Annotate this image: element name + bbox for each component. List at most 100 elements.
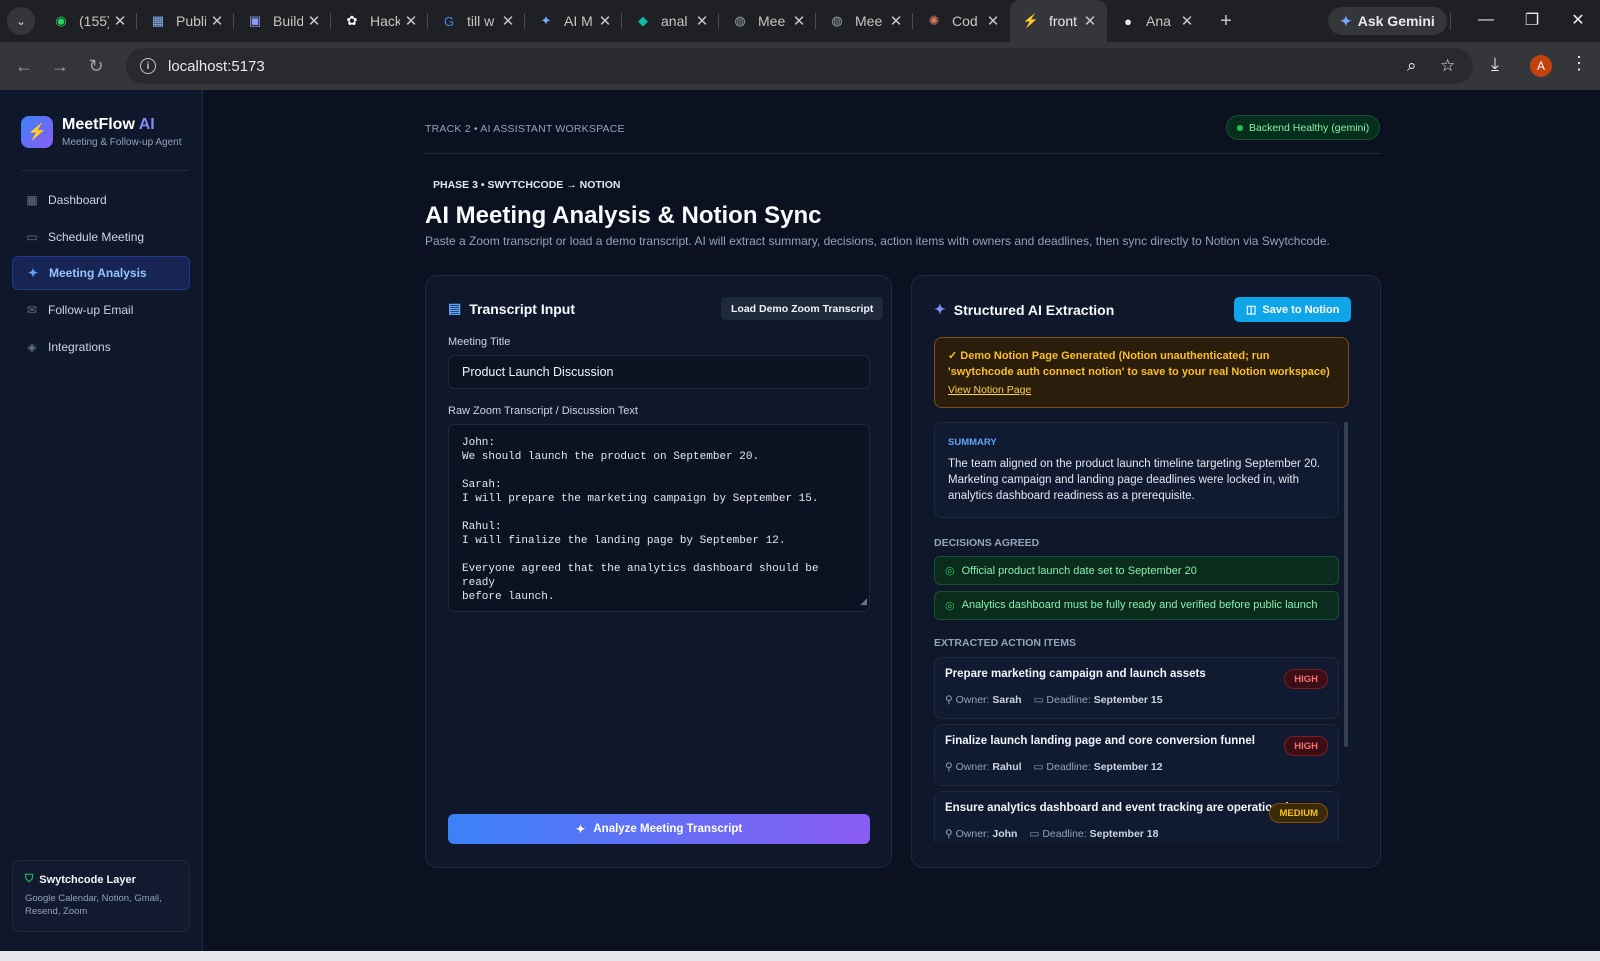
minimize-button[interactable]: —: [1463, 0, 1509, 40]
tab-title: Publi: [176, 13, 206, 29]
close-tab-icon[interactable]: ✕: [594, 12, 616, 30]
close-tab-icon[interactable]: ✕: [1079, 12, 1101, 30]
close-window-button[interactable]: ✕: [1555, 0, 1600, 40]
browser-tab[interactable]: ◍ Mee ✕: [719, 0, 816, 42]
browser-tab[interactable]: ◉ (155) ✕: [40, 0, 137, 42]
browser-tab[interactable]: ▦ Publi ✕: [137, 0, 234, 42]
restore-button[interactable]: ❐: [1509, 0, 1555, 40]
layer-services: Google Calendar, Notion, Gmail, Resend, …: [25, 893, 162, 917]
sidebar-item-label: Follow-up Email: [48, 303, 134, 318]
close-tab-icon[interactable]: ✕: [497, 12, 519, 30]
save-to-notion-button[interactable]: ◫ Save to Notion: [1234, 297, 1352, 322]
close-tab-icon[interactable]: ✕: [982, 12, 1004, 30]
sidebar-item-label: Integrations: [48, 339, 111, 354]
close-tab-icon[interactable]: ✕: [303, 12, 325, 30]
transcript-input-card: ▤ Transcript Input Load Demo Zoom Transcr…: [425, 275, 892, 868]
close-tab-icon[interactable]: ✕: [206, 12, 228, 30]
openai-icon: ✿: [346, 13, 358, 28]
extraction-scroll-area[interactable]: SUMMARY The team aligned on the product …: [934, 422, 1339, 842]
decision-text: Analytics dashboard must be fully ready …: [961, 599, 1318, 611]
raw-transcript-textarea[interactable]: John: We should launch the product on Se…: [448, 424, 870, 612]
brand: ⚡ MeetFlow AI Meeting & Follow-up Agent: [21, 116, 182, 148]
owner-label: Owner:: [955, 694, 990, 706]
deadline-value: September 18: [1089, 828, 1159, 840]
sidebar-item-meeting-analysis[interactable]: ✦ Meeting Analysis: [12, 256, 190, 291]
close-tab-icon[interactable]: ✕: [1176, 12, 1198, 30]
load-demo-transcript-button[interactable]: Load Demo Zoom Transcript: [721, 297, 884, 320]
owner-label: Owner:: [955, 761, 990, 773]
tab-title: Ana: [1146, 13, 1171, 29]
back-button[interactable]: ←: [6, 56, 42, 77]
close-tab-icon[interactable]: ✕: [109, 12, 131, 30]
tab-title: (155): [79, 13, 109, 29]
forward-button[interactable]: →: [42, 56, 78, 77]
bookmark-star-icon[interactable]: ☆: [1440, 56, 1455, 76]
close-tab-icon[interactable]: ✕: [788, 12, 810, 30]
close-tab-icon[interactable]: ✕: [691, 12, 713, 30]
close-tab-icon[interactable]: ✕: [885, 12, 907, 30]
browser-tab[interactable]: ⚡ front ✕: [1010, 0, 1107, 42]
browser-tab[interactable]: ◍ Mee ✕: [816, 0, 913, 42]
owner-field: ⚲ Owner: Sarah: [945, 694, 1022, 706]
browser-toolbar: ← → ↻ i localhost:5173 ⌕ ☆ ⤓ ⋮: [0, 42, 1600, 90]
sidebar-item-label: Dashboard: [48, 193, 107, 207]
browser-tab[interactable]: ◆ anal ✕: [622, 0, 719, 42]
page-title: AI Meeting Analysis & Notion Sync: [425, 202, 822, 229]
sidebar-item-follow-up-email[interactable]: ✉ Follow-up Email: [12, 293, 190, 327]
sidebar-item-schedule-meeting[interactable]: ▭ Schedule Meeting: [12, 220, 190, 254]
sidebar-item-dashboard[interactable]: ▦ Dashboard: [12, 183, 190, 217]
save-label: Save to Notion: [1262, 303, 1340, 316]
calendar-icon: ▭: [1029, 828, 1043, 840]
new-tab-button[interactable]: +: [1212, 10, 1240, 33]
sidebar-item-integrations[interactable]: ◈ Integrations: [12, 330, 190, 364]
structured-extraction-card: ✦ Structured AI Extraction ◫ Save to Notio…: [911, 275, 1381, 868]
browser-tab[interactable]: ✦ AI M ✕: [525, 0, 622, 42]
tab-title: till w: [467, 13, 495, 29]
browser-tab[interactable]: ✿ Hack ✕: [331, 0, 428, 42]
address-bar[interactable]: i localhost:5173 ⌕ ☆: [126, 48, 1473, 84]
resize-handle-icon[interactable]: ◢: [860, 595, 867, 609]
view-notion-page-link[interactable]: View Notion Page: [948, 382, 1335, 398]
calendar-icon: ▭: [1033, 694, 1047, 706]
grid-icon: ▦: [26, 193, 38, 207]
owner-field: ⚲ Owner: John: [945, 828, 1017, 840]
browser-tab[interactable]: ✺ Cod ✕: [913, 0, 1010, 42]
tab-title: front: [1049, 13, 1078, 29]
owner-label: Owner:: [955, 828, 990, 840]
vite-icon: ⚡: [1022, 13, 1040, 28]
browser-tab[interactable]: ● Ana ✕: [1107, 0, 1204, 42]
google-icon: G: [443, 13, 455, 29]
owner-field: ⚲ Owner: Rahul: [945, 761, 1022, 773]
sparkles-icon: ✦: [934, 301, 946, 317]
download-icon[interactable]: ⤓: [1491, 54, 1499, 75]
browser-tab[interactable]: Gtill w ✕: [428, 0, 525, 42]
deadline-field: ▭ Deadline: September 18: [1029, 828, 1158, 840]
zoom-icon[interactable]: ⌕: [1407, 56, 1417, 76]
sidebar-item-label: Schedule Meeting: [48, 229, 145, 244]
brand-name: MeetFlow AI: [62, 116, 155, 133]
close-tab-icon[interactable]: ✕: [400, 12, 422, 30]
sidebar: ⚡ MeetFlow AI Meeting & Follow-up Agent …: [0, 90, 203, 951]
owner-value: Sarah: [992, 694, 1022, 706]
browser-tab[interactable]: ▣ Build ✕: [234, 0, 331, 42]
page-description: Paste a Zoom transcript or load a demo t…: [425, 234, 1330, 248]
status-dot: [1237, 124, 1243, 131]
priority-badge: HIGH: [1284, 736, 1328, 756]
profile-avatar[interactable]: A: [1530, 55, 1552, 77]
tab-title: Mee: [855, 13, 883, 29]
site-info-icon[interactable]: i: [140, 58, 156, 74]
layers-icon: ◈: [27, 339, 37, 354]
scrollbar-thumb[interactable]: [1344, 422, 1348, 747]
more-menu-icon[interactable]: ⋮: [1570, 53, 1588, 74]
action-item: Ensure analytics dashboard and event tra…: [934, 791, 1339, 842]
reload-button[interactable]: ↻: [78, 56, 114, 77]
analyze-transcript-button[interactable]: ✦ Analyze Meeting Transcript: [448, 814, 870, 844]
github-icon: ●: [1124, 13, 1132, 29]
tab-search-button[interactable]: ⌄: [7, 7, 35, 35]
build-app-icon: ▣: [248, 13, 262, 28]
sidebar-item-label: Meeting Analysis: [49, 266, 147, 281]
ask-gemini-button[interactable]: ✦ Ask Gemini: [1328, 7, 1447, 35]
meeting-title-input[interactable]: Product Launch Discussion: [448, 355, 870, 389]
action-task: Prepare marketing campaign and launch as…: [945, 668, 1206, 680]
tab-title: Cod: [952, 13, 978, 29]
